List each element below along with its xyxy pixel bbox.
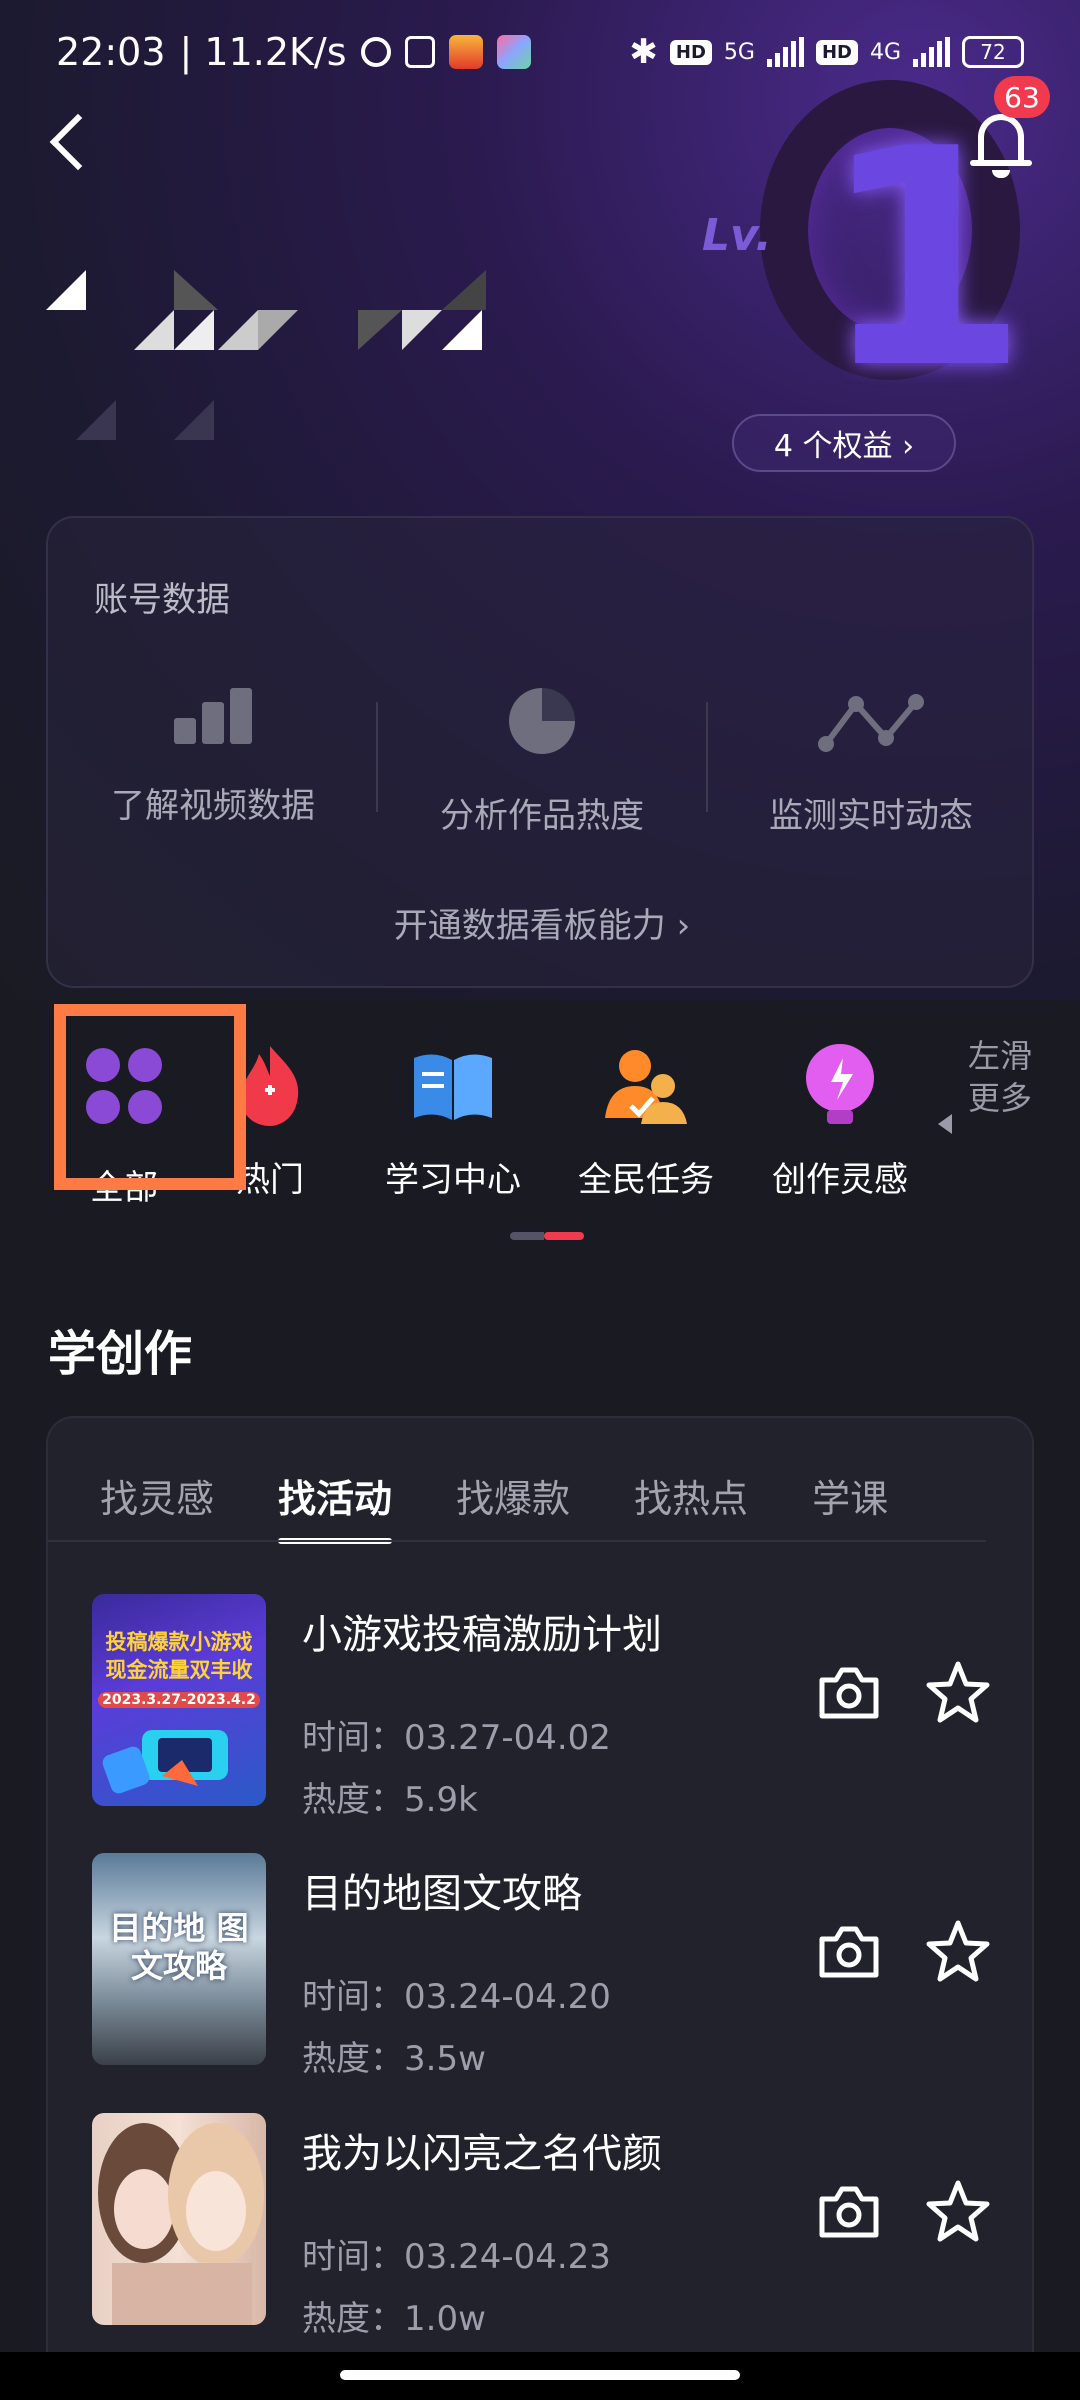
bar-chart-icon bbox=[174, 688, 252, 744]
activity-time: 时间：03.24-04.23 bbox=[302, 2237, 611, 2277]
shortcut-learning-center[interactable]: 学习中心 bbox=[363, 1040, 543, 1201]
line-chart-icon bbox=[818, 694, 924, 752]
taobao-app-icon bbox=[448, 35, 483, 69]
activity-thumbnail: 投稿爆款小游戏 现金流量双丰收 2023.3.27-2023.4.2 bbox=[92, 1594, 266, 1806]
obscured-username bbox=[46, 260, 506, 460]
metric-work-heat-label: 分析作品热度 bbox=[440, 796, 644, 836]
open-data-board-link[interactable]: 开通数据看板能力 › bbox=[48, 898, 1036, 947]
shortcut-page-indicator bbox=[510, 1232, 584, 1240]
highlight-box bbox=[54, 1004, 246, 1190]
notification-bell-icon[interactable] bbox=[968, 108, 1034, 180]
activity-title: 我为以闪亮之名代颜 bbox=[302, 2131, 662, 2177]
shortcut-inspiration-label: 创作灵感 bbox=[772, 1160, 908, 1200]
activity-heat: 热度：5.9k bbox=[302, 1780, 478, 1820]
tab-activities[interactable]: 找活动 bbox=[246, 1468, 424, 1544]
status-net-speed: | 11.2K/s bbox=[179, 30, 347, 74]
shortcut-learning-center-label: 学习中心 bbox=[385, 1160, 521, 1200]
activity-time: 时间：03.24-04.20 bbox=[302, 1977, 611, 2017]
bluetooth-icon: ✱ bbox=[629, 32, 658, 72]
tabs-divider bbox=[46, 1540, 986, 1542]
shortcut-mass-task[interactable]: 全民任务 bbox=[556, 1040, 736, 1201]
book-icon bbox=[408, 1040, 498, 1130]
star-icon[interactable] bbox=[926, 2179, 990, 2243]
activity-thumbnail bbox=[92, 2113, 266, 2325]
notification-count-badge: 63 bbox=[994, 76, 1050, 118]
activity-title: 小游戏投稿激励计划 bbox=[302, 1612, 662, 1658]
status-time: 22:03 bbox=[56, 30, 166, 74]
activity-heat: 热度：3.5w bbox=[302, 2039, 486, 2079]
lightbulb-icon bbox=[795, 1040, 885, 1130]
thumb-date: 2023.3.27-2023.4.2 bbox=[98, 1692, 260, 1708]
tab-inspiration[interactable]: 找灵感 bbox=[68, 1468, 246, 1532]
metric-video-data[interactable]: 了解视频数据 bbox=[48, 688, 378, 827]
camera-icon[interactable] bbox=[818, 2185, 880, 2239]
thumb-text: 投稿爆款小游戏 现金流量双丰收 bbox=[105, 1630, 253, 1683]
activity-heat: 热度：1.0w bbox=[302, 2299, 486, 2339]
tab-hits[interactable]: 找爆款 bbox=[424, 1468, 602, 1532]
learn-tabs: 找灵感 找活动 找爆款 找热点 学课 bbox=[68, 1468, 1028, 1544]
star-icon[interactable] bbox=[926, 1919, 990, 1983]
activity-item[interactable]: 目的地 图文攻略 目的地图文攻略 时间：03.24-04.20 热度：3.5w bbox=[92, 1853, 992, 2079]
swipe-more-hint: 左滑更多 bbox=[967, 1037, 1032, 1117]
camera-icon[interactable] bbox=[818, 1666, 880, 1720]
account-data-title: 账号数据 bbox=[94, 580, 230, 620]
metric-video-data-label: 了解视频数据 bbox=[111, 786, 315, 826]
tab-hotspots[interactable]: 找热点 bbox=[602, 1468, 780, 1532]
character-portrait-image bbox=[98, 2123, 264, 2325]
level-prefix: Lv. bbox=[702, 210, 772, 261]
metric-work-heat[interactable]: 分析作品热度 bbox=[377, 688, 707, 837]
activity-thumbnail: 目的地 图文攻略 bbox=[92, 1853, 266, 2065]
metric-realtime-label: 监测实时动态 bbox=[769, 796, 973, 836]
activity-item[interactable]: 我为以闪亮之名代颜 时间：03.24-04.23 热度：1.0w bbox=[92, 2113, 992, 2339]
section-title-learn: 学创作 bbox=[48, 1326, 193, 1382]
tab-courses[interactable]: 学课 bbox=[780, 1468, 920, 1532]
benefits-button[interactable]: 4 个权益 › bbox=[732, 414, 956, 472]
home-indicator[interactable] bbox=[340, 2370, 740, 2380]
activity-time: 时间：03.27-04.02 bbox=[302, 1718, 611, 1758]
users-task-icon bbox=[601, 1040, 691, 1130]
account-data-card: 账号数据 了解视频数据 分析作品热度 监测实时动态 开通数据看板能力 › bbox=[46, 516, 1034, 988]
thumb-text: 目的地 图文攻略 bbox=[109, 1909, 249, 1986]
metric-realtime[interactable]: 监测实时动态 bbox=[706, 688, 1036, 837]
back-button[interactable] bbox=[38, 100, 98, 180]
nfc-icon bbox=[404, 36, 435, 68]
pie-chart-icon bbox=[509, 688, 575, 754]
shortcut-mass-task-label: 全民任务 bbox=[578, 1160, 714, 1200]
swipe-left-arrow-icon bbox=[938, 1114, 952, 1134]
game-console-icon bbox=[102, 1730, 228, 1794]
gallery-app-icon bbox=[496, 35, 531, 69]
star-icon[interactable] bbox=[926, 1660, 990, 1724]
shortcut-inspiration[interactable]: 创作灵感 bbox=[750, 1040, 930, 1201]
activity-title: 目的地图文攻略 bbox=[302, 1871, 582, 1917]
camera-icon[interactable] bbox=[818, 1925, 880, 1979]
alarm-icon bbox=[360, 37, 391, 67]
activity-item[interactable]: 投稿爆款小游戏 现金流量双丰收 2023.3.27-2023.4.2 小游戏投稿… bbox=[92, 1594, 992, 1820]
